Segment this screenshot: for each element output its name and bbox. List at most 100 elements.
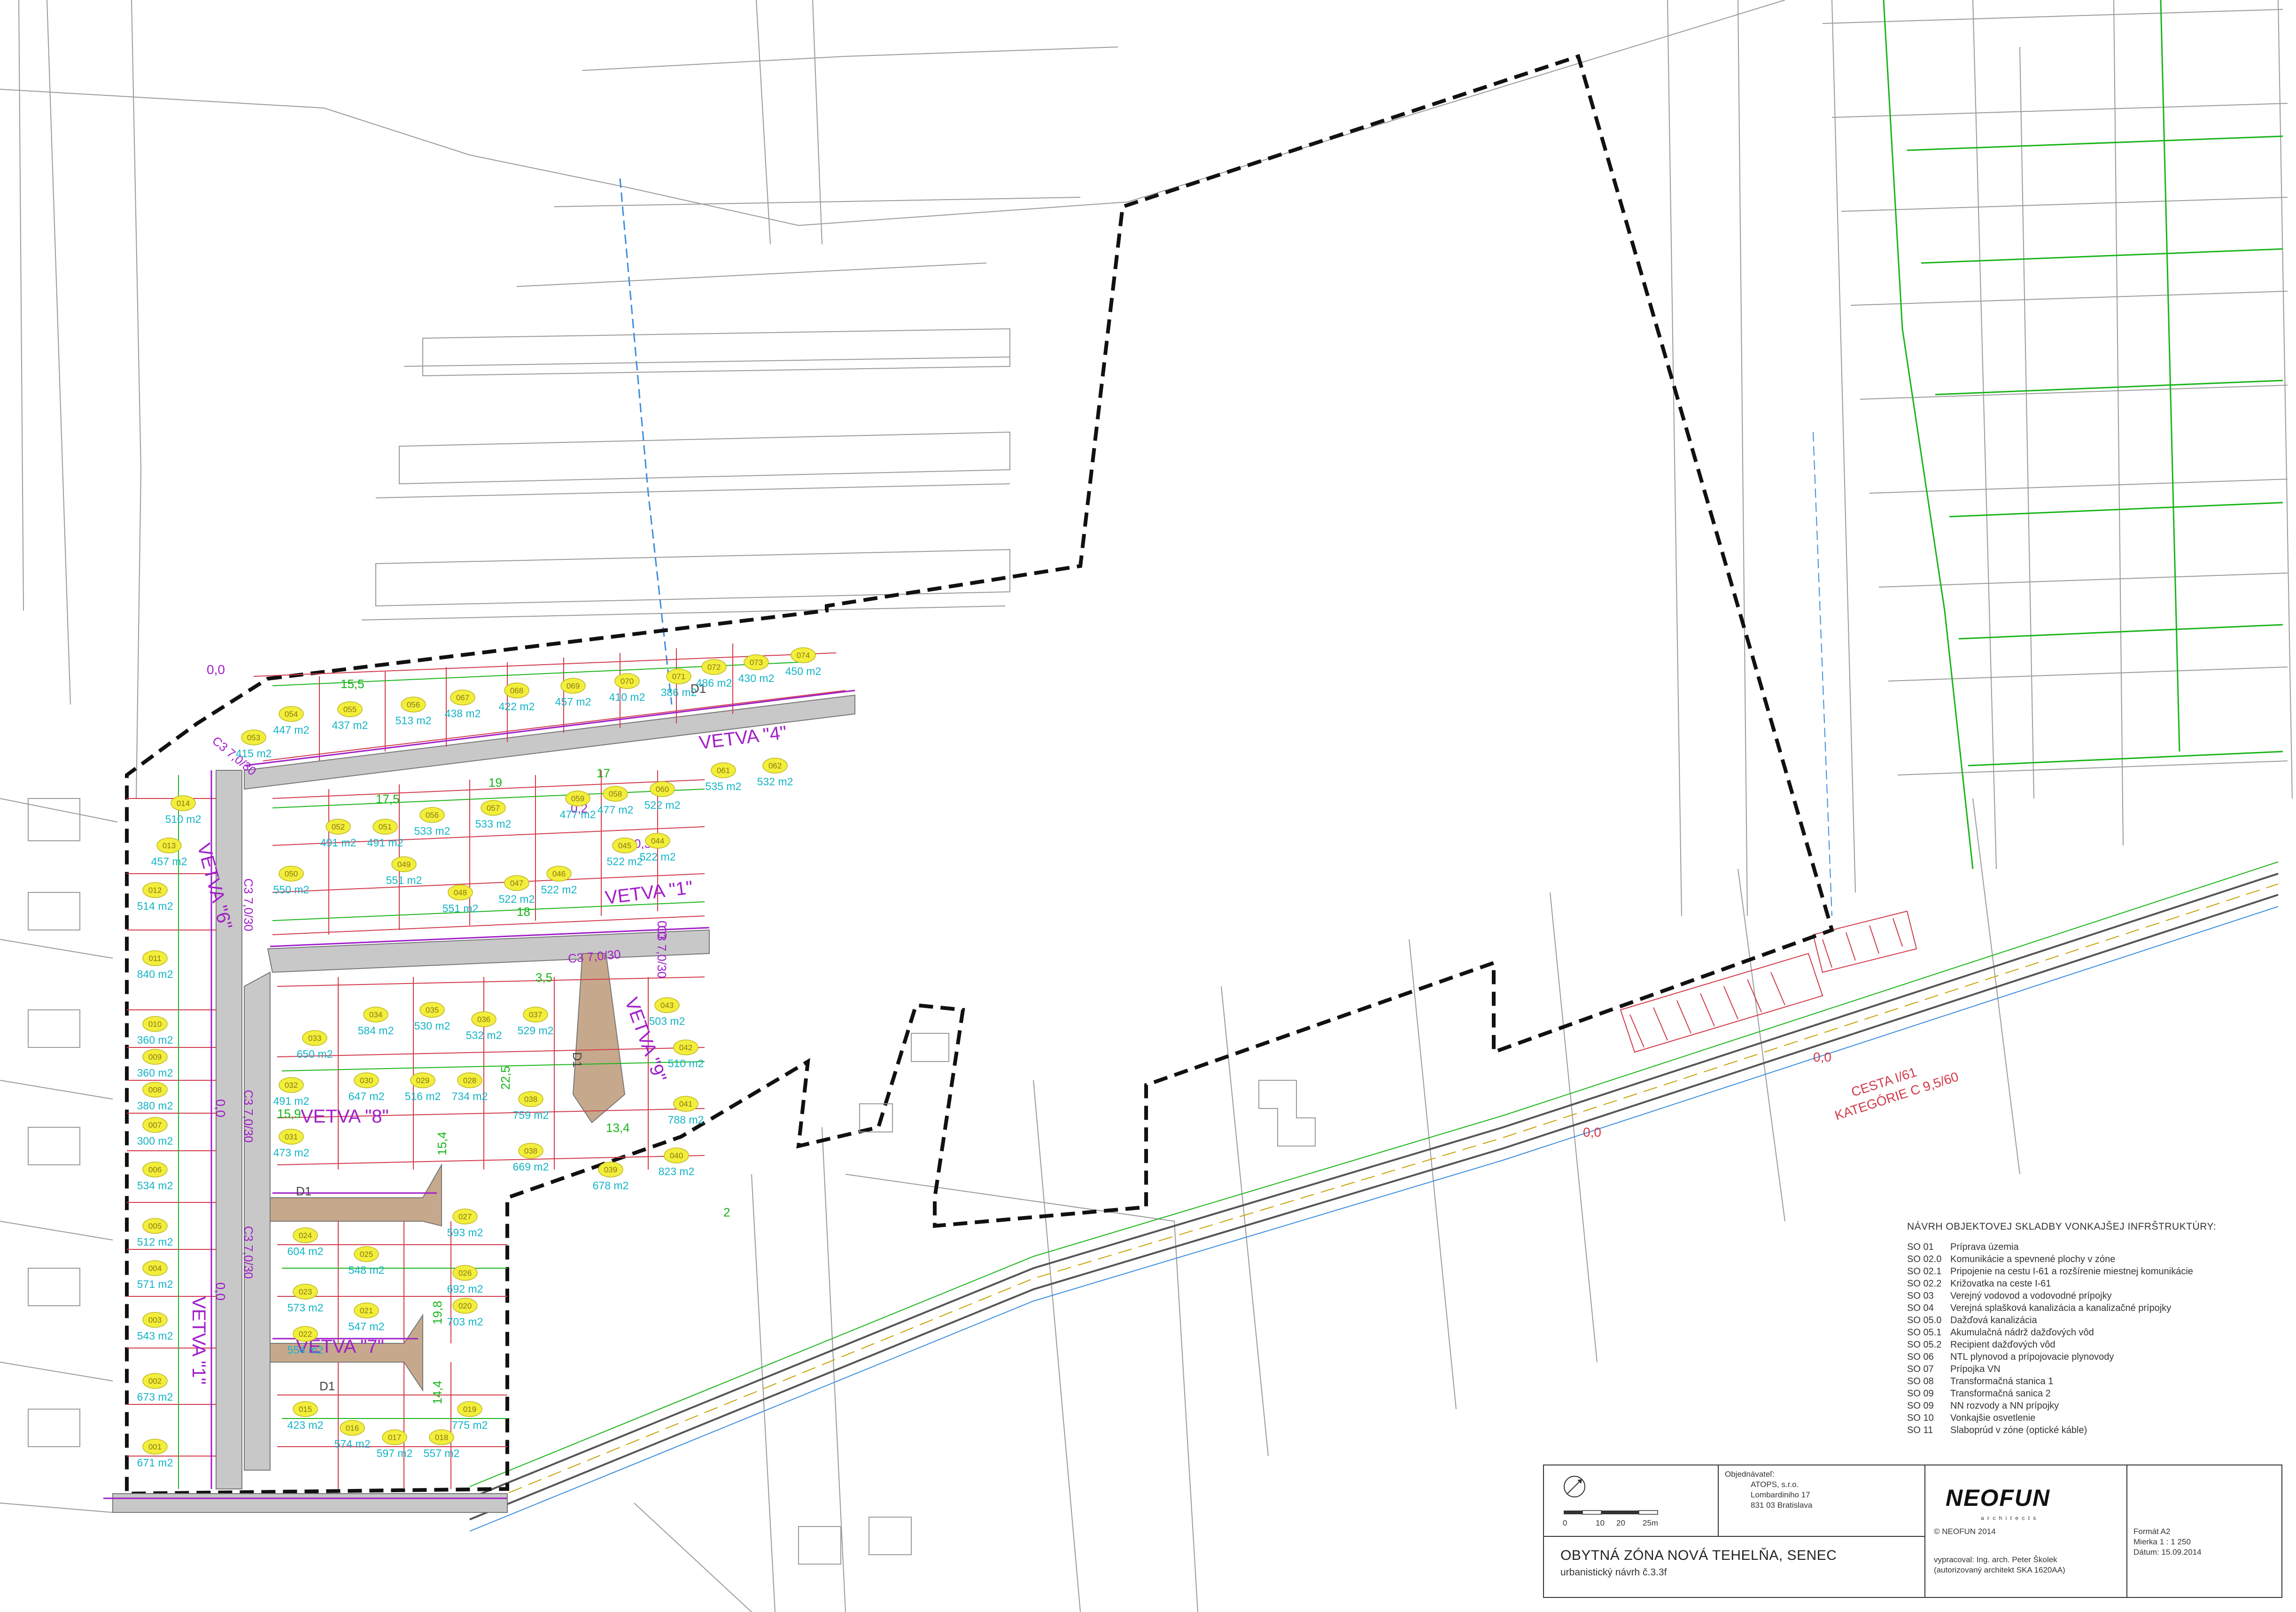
plot-area: 597 m2	[377, 1447, 413, 1459]
plot-number: 016	[346, 1424, 359, 1433]
plot-number: 005	[148, 1222, 162, 1231]
plot-number: 048	[454, 888, 467, 897]
legend-item: SO 09 NN rozvody a NN prípojky	[1907, 1400, 2283, 1412]
plot-number: 024	[299, 1231, 312, 1240]
plot-008: 008 380 m2	[137, 1082, 173, 1112]
plot-070: 070 410 m2	[609, 673, 645, 703]
plot-area: 734 m2	[452, 1090, 488, 1102]
plot-015: 015 423 m2	[287, 1401, 323, 1431]
plot-017: 017 597 m2	[377, 1429, 413, 1459]
plot-area: 547 m2	[349, 1320, 385, 1333]
plot-013: 013 457 m2	[151, 837, 187, 868]
plot-area: 840 m2	[137, 968, 173, 980]
scale-tick: 10	[1596, 1519, 1605, 1527]
dimension-value: 14,4	[430, 1380, 444, 1404]
profile-label: C3 7,0/30	[241, 1090, 256, 1143]
plot-number: 038	[524, 1147, 537, 1155]
designer-line: vypracoval: Ing. arch. Peter Školek	[1934, 1555, 2057, 1564]
profile-label: C3 7,0/30	[241, 1226, 256, 1279]
existing-residential-blocks	[375, 263, 1010, 607]
plot-number: 010	[148, 1020, 162, 1029]
plot-057: 057 533 m2	[475, 800, 511, 830]
legend-item-code: SO 04	[1907, 1303, 1934, 1313]
plot-area: 477 m2	[597, 804, 634, 816]
legend-item: SO 05.2 Recipient dažďových vôd	[1907, 1339, 2283, 1351]
plot-area: 513 m2	[396, 714, 432, 727]
dimension-value: 19,8	[430, 1301, 444, 1325]
client-line: ATOPS, s.r.o.	[1751, 1480, 1799, 1489]
plot-number: 053	[247, 733, 260, 742]
plot-number: 022	[299, 1330, 312, 1339]
plot-area: 823 m2	[659, 1165, 695, 1178]
plot-area: 514 m2	[137, 900, 173, 912]
plot-025: 025 548 m2	[349, 1246, 384, 1276]
plot-area: 491 m2	[320, 837, 357, 849]
legend-item-text: Recipient dažďových vôd	[1950, 1340, 2056, 1350]
chainage-label: 0,0	[1583, 1125, 1601, 1139]
plot-number: 044	[651, 837, 664, 845]
legend-item-text: Transformačná stanica 1	[1950, 1376, 2054, 1387]
road-i61-labels: CESTA I/61 KATEGÓRIE C 9,5/60	[1833, 1065, 1960, 1123]
legend-item-text: Akumulačná nádrž dažďových vôd	[1950, 1327, 2094, 1338]
plot-006: 006 534 m2	[137, 1162, 173, 1192]
dimension-value: 19	[489, 775, 502, 790]
plot-area: 550 m2	[273, 884, 310, 896]
plot-016: 016 574 m2	[334, 1420, 370, 1450]
plot-number: 054	[285, 710, 298, 719]
plot-014: 014 510 m2	[165, 795, 201, 825]
plot-073: 073 430 m2	[738, 654, 774, 684]
plot-area: 551 m2	[386, 874, 422, 886]
plot-area: 516 m2	[405, 1090, 441, 1102]
plot-004: 004 571 m2	[137, 1260, 173, 1290]
plot-area: 647 m2	[349, 1090, 385, 1102]
legend-item-text: Vonkajšie osvetlenie	[1950, 1413, 2036, 1423]
plot-area: 529 m2	[518, 1024, 554, 1037]
plot-number: 043	[660, 1001, 674, 1010]
plot-area: 380 m2	[137, 1100, 173, 1112]
legend-item-text: NN rozvody a NN prípojky	[1950, 1401, 2059, 1411]
plot-038b: 038 669 m2	[513, 1143, 549, 1173]
scale-tick: 20	[1616, 1519, 1625, 1527]
legend-item: SO 06 NTL plynovod a prípojovacie plynovo…	[1907, 1351, 2283, 1363]
logo-tagline: a r c h i t e c t s	[1981, 1515, 2037, 1521]
plot-area: 437 m2	[332, 719, 368, 731]
legend-item-code: SO 01	[1907, 1242, 1934, 1252]
infrastructure-legend: NÁVRH OBJEKTOVEJ SKLADBY VONKAJŠEJ INFRŠ…	[1907, 1221, 2283, 1436]
legend-item-text: Verejný vodovod a vodovodné prípojky	[1950, 1291, 2112, 1301]
plot-041: 041 788 m2	[668, 1096, 704, 1126]
east-utility-lines	[1883, 0, 2283, 869]
plot-number: 056	[407, 700, 420, 709]
plot-068: 068 422 m2	[499, 682, 535, 713]
plot-072: 072 486 m2	[696, 659, 732, 689]
legend-rows: SO 01 Príprava územia SO 02.0 Komunikácie a…	[1907, 1241, 2283, 1436]
plot-area: 457 m2	[555, 696, 591, 708]
plot-054: 054 447 m2	[273, 706, 309, 736]
street-label-vetva-1-north: VETVA "1"	[604, 877, 694, 908]
dimension-value: 2	[723, 1205, 730, 1219]
dimension-value: 17	[597, 766, 610, 780]
plot-area: 450 m2	[785, 665, 822, 677]
plot-020: 020 703 m2	[447, 1298, 483, 1328]
dimension-value: 22,5	[498, 1066, 512, 1090]
legend-item-code: SO 03	[1907, 1291, 1934, 1301]
legend-item-code: SO 10	[1907, 1413, 1934, 1423]
plot-area: 692 m2	[447, 1283, 483, 1295]
plot-area: 386 m2	[661, 686, 697, 698]
legend-item: SO 02.2 Križovatka na ceste I-61	[1907, 1278, 2283, 1290]
plot-052: 052 491 m2	[320, 819, 357, 849]
plot-number: 019	[463, 1405, 476, 1414]
plot-number: 023	[299, 1287, 312, 1296]
chainage-label: 0,0	[213, 1282, 228, 1301]
plot-number: 035	[426, 1006, 439, 1015]
plot-area: 438 m2	[445, 707, 481, 720]
plot-number: 008	[148, 1085, 162, 1094]
plot-number: 017	[388, 1433, 401, 1442]
legend-item-code: SO 05.0	[1907, 1315, 1942, 1325]
plot-number: 034	[369, 1010, 382, 1019]
dimension-value: 13,4	[606, 1121, 630, 1135]
plot-number: 072	[707, 663, 721, 672]
plot-area: 457 m2	[151, 855, 187, 868]
plot-number: 013	[163, 841, 176, 850]
plot-040: 040 823 m2	[659, 1147, 695, 1178]
plot-area: 422 m2	[499, 700, 535, 713]
